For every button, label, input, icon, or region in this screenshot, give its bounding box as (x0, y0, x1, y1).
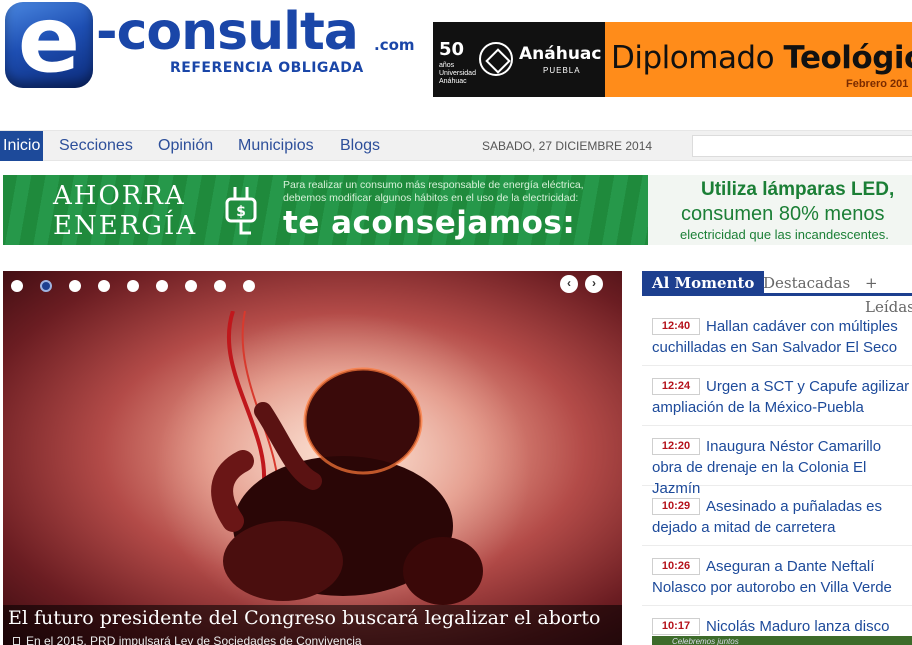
anniversary-caption: años Universidad Anáhuac (439, 62, 477, 86)
news-tabs: Al Momento Destacadas + Leídas (642, 271, 912, 316)
ad-headline-light: Diplomado (611, 40, 784, 76)
anahuac-ad-date: Febrero 201 (846, 78, 909, 90)
news-item-content: 12:40 Hallan cadáver con múltiples cuchil… (652, 316, 912, 358)
energy-ad-message: Para realizar un consumo más responsable… (283, 179, 584, 204)
news-item-content: 10:17 Nicolás Maduro lanza disco (652, 616, 912, 637)
energy-ad-tip-panel: Utiliza lámparas LED, consumen 80% menos… (648, 175, 912, 245)
slider-dot[interactable] (214, 280, 226, 292)
energy-ad-banner[interactable]: AHORRA ENERGÍA $ Para realizar un consum… (3, 175, 912, 245)
logo-letter: e (17, 0, 81, 93)
energy-ad-line1: AHORRA (53, 181, 186, 211)
slider-dot[interactable] (98, 280, 110, 292)
slider-image (211, 311, 483, 605)
news-item[interactable]: 12:24 Urgen a SCT y Capufe agilizar ampli… (642, 366, 912, 426)
svg-text:$: $ (236, 204, 246, 220)
site-logo[interactable]: e -consulta .com REFERENCIA OBLIGADA (2, 0, 422, 92)
news-headline[interactable]: Nicolás Maduro lanza disco (706, 618, 889, 635)
slider-dot[interactable] (243, 280, 255, 292)
nav-item-opinion[interactable]: Opinión (158, 131, 213, 161)
logo-tld: .com (374, 36, 415, 54)
anahuac-ad-brand-panel: 50 años Universidad Anáhuac Anáhuac PUEB… (433, 22, 605, 97)
energy-ad-tip-line2: consumen 80% menos (681, 203, 885, 225)
energy-ad-cta: te aconsejamos: (283, 205, 576, 241)
news-item[interactable]: 12:20 Inaugura Néstor Camarillo obra de d… (642, 426, 912, 497)
news-time: 10:17 (652, 618, 700, 635)
news-time: 12:40 (652, 318, 700, 335)
energy-ad-tip-line3: electricidad que las incandescentes. (680, 227, 889, 242)
slider-next-icon[interactable]: › (585, 275, 603, 293)
sidebar-ad-banner[interactable]: Celebremos juntos (652, 636, 912, 645)
news-item[interactable]: 10:17 Nicolás Maduro lanza disco (642, 606, 912, 636)
news-item[interactable]: 12:40 Hallan cadáver con múltiples cuchil… (642, 306, 912, 366)
main-nav: Inicio Secciones Opinión Municipios Blog… (0, 130, 912, 161)
energy-ad-line2: ENERGÍA (53, 211, 198, 241)
slider-subheadline-text: En el 2015, PRD impulsará Ley de Socieda… (26, 634, 362, 645)
news-item-content: 10:26 Aseguran a Dante Neftalí Nolasco po… (652, 556, 912, 598)
news-item-content: 10:29 Asesinado a puñaladas es dejado a m… (652, 496, 912, 538)
logo-wordmark: -consulta (96, 2, 359, 62)
logo-tagline: REFERENCIA OBLIGADA (170, 60, 364, 76)
news-item[interactable]: 10:26 Aseguran a Dante Neftalí Nolasco po… (642, 546, 912, 606)
slider-dot[interactable] (11, 280, 23, 292)
page: e -consulta .com REFERENCIA OBLIGADA 50 … (0, 0, 912, 645)
current-date: SABADO, 27 DICIEMBRE 2014 (482, 139, 653, 153)
slider-dot[interactable] (69, 280, 81, 292)
slider-dot[interactable] (127, 280, 139, 292)
tab-destacadas[interactable]: Destacadas (763, 271, 850, 296)
tab-mas-leidas[interactable]: + Leídas (865, 271, 912, 316)
news-time: 12:24 (652, 378, 700, 395)
ad-headline-bold: Teológic (783, 40, 912, 76)
university-seal-icon (479, 42, 513, 76)
anniversary-caption-text: años Universidad Anáhuac (439, 62, 476, 85)
slider-headline[interactable]: El futuro presidente del Congreso buscar… (8, 607, 600, 629)
slider-caption: El futuro presidente del Congreso buscar… (3, 605, 622, 645)
logo-e-badge: e (5, 0, 93, 93)
anniversary-number: 50 (439, 39, 465, 60)
nav-item-secciones[interactable]: Secciones (59, 131, 133, 161)
slider-dot[interactable] (156, 280, 168, 292)
nav-item-blogs[interactable]: Blogs (340, 131, 380, 161)
news-time: 10:26 (652, 558, 700, 575)
nav-item-inicio[interactable]: Inicio (0, 131, 44, 161)
news-time: 10:29 (652, 498, 700, 515)
featured-slider[interactable]: ‹ › El futuro presidente del Congreso bu… (3, 271, 622, 645)
energy-ad-tip-line1: Utiliza lámparas LED, (701, 179, 895, 200)
tab-al-momento[interactable]: Al Momento (642, 271, 765, 296)
bullet-icon (13, 637, 20, 645)
anahuac-city: PUEBLA (543, 66, 581, 75)
anahuac-ad-headline: Diplomado Teológic (611, 40, 912, 76)
nav-item-municipios[interactable]: Municipios (238, 131, 314, 161)
anahuac-brand: Anáhuac (519, 44, 602, 64)
search-input[interactable] (692, 135, 912, 157)
slider-dot-active[interactable] (40, 280, 52, 292)
slider-dot[interactable] (185, 280, 197, 292)
news-item-content: 12:24 Urgen a SCT y Capufe agilizar ampli… (652, 376, 912, 418)
anahuac-ad-banner[interactable]: 50 años Universidad Anáhuac Anáhuac PUEB… (433, 22, 912, 97)
plug-icon: $ (225, 187, 257, 235)
sidebar-ad-text: Celebremos juntos (672, 637, 739, 645)
news-time: 12:20 (652, 438, 700, 455)
slider-prev-icon[interactable]: ‹ (560, 275, 578, 293)
news-item[interactable]: 10:29 Asesinado a puñaladas es dejado a m… (642, 486, 912, 546)
slider-subheadline: En el 2015, PRD impulsará Ley de Socieda… (13, 634, 362, 645)
